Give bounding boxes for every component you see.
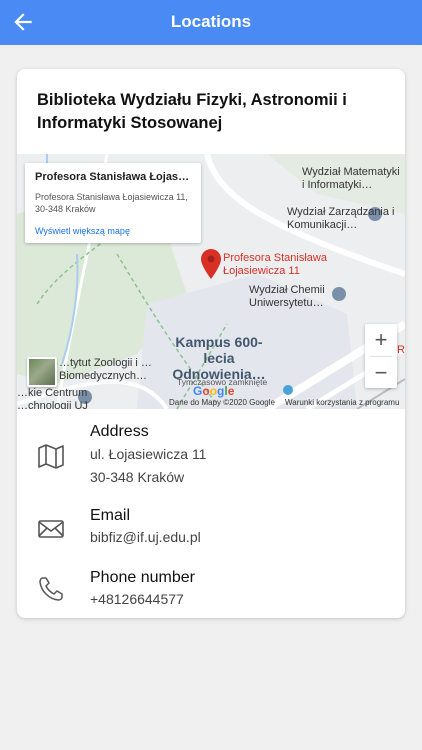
address-line1: ul. Łojasiewicza 11 [90,446,207,462]
email-row[interactable]: Email bibfiz@if.uj.edu.pl [17,507,405,552]
app-bar: Locations [0,0,422,45]
phone-row[interactable]: Phone number +48126644577 [17,569,405,614]
map-pin-label: Profesora Stanisława Łojasiewicza 11 [223,252,327,277]
address-row[interactable]: Address ul. Łojasiewicza 11 30-348 Krakó… [17,421,405,491]
view-larger-map-link[interactable]: Wyświetl większą mapę [35,226,191,236]
map-label-chemistry: Wydział Chemii Uniwersytetu… [249,284,325,309]
email-label: Email [90,507,131,524]
location-title: Biblioteka Wydziału Fizyki, Astronomii i… [37,91,347,132]
map-label-centrum: …kie Centrum …chnologii UJ [17,387,88,409]
map-terms-link[interactable]: Warunki korzystania z programu [285,398,399,407]
address-line2: 30-348 Kraków [90,469,185,485]
phone-value[interactable]: +48126644577 [90,591,184,607]
map-label-math: Wydział Matematyki i Informatyki… [302,166,400,191]
phone-label: Phone number [90,569,195,586]
location-card: Biblioteka Wydziału Fizyki, Astronomii i… [17,69,405,618]
zoom-in-button[interactable]: + [365,324,397,356]
map-label-edge: R [397,344,405,356]
google-logo: Google [193,384,235,398]
map-info-box: Profesora Stanisława Łojasie… Profesora … [25,163,201,243]
map-info-title: Profesora Stanisława Łojasie… [35,171,191,183]
satellite-toggle[interactable] [27,357,57,387]
zoom-out-button[interactable]: − [365,357,397,389]
map-pin-icon[interactable] [201,249,221,279]
email-value[interactable]: bibfiz@if.uj.edu.pl [90,529,201,545]
map-label-zoology: …tytut Zoologii i …Biomedycznych… [59,357,152,382]
page-title: Locations [170,12,252,31]
map-info-address: Profesora Stanisława Łojasiewicza 11, 30… [35,192,188,214]
phone-icon [39,577,63,601]
map-zoom-controls: + − [365,324,397,388]
map-icon [38,444,64,469]
envelope-icon [38,520,64,538]
address-label: Address [90,423,149,440]
map-label-management: Wydział Zarządzania i Komunikacji… [287,206,395,231]
map-copyright: Dane do Mapy ©2020 Google [169,398,275,407]
map-label-campus: Kampus 600-lecia Odnowienia… [172,334,266,382]
embedded-map[interactable]: Wydział Matematyki i Informatyki… Wydzia… [17,154,405,409]
